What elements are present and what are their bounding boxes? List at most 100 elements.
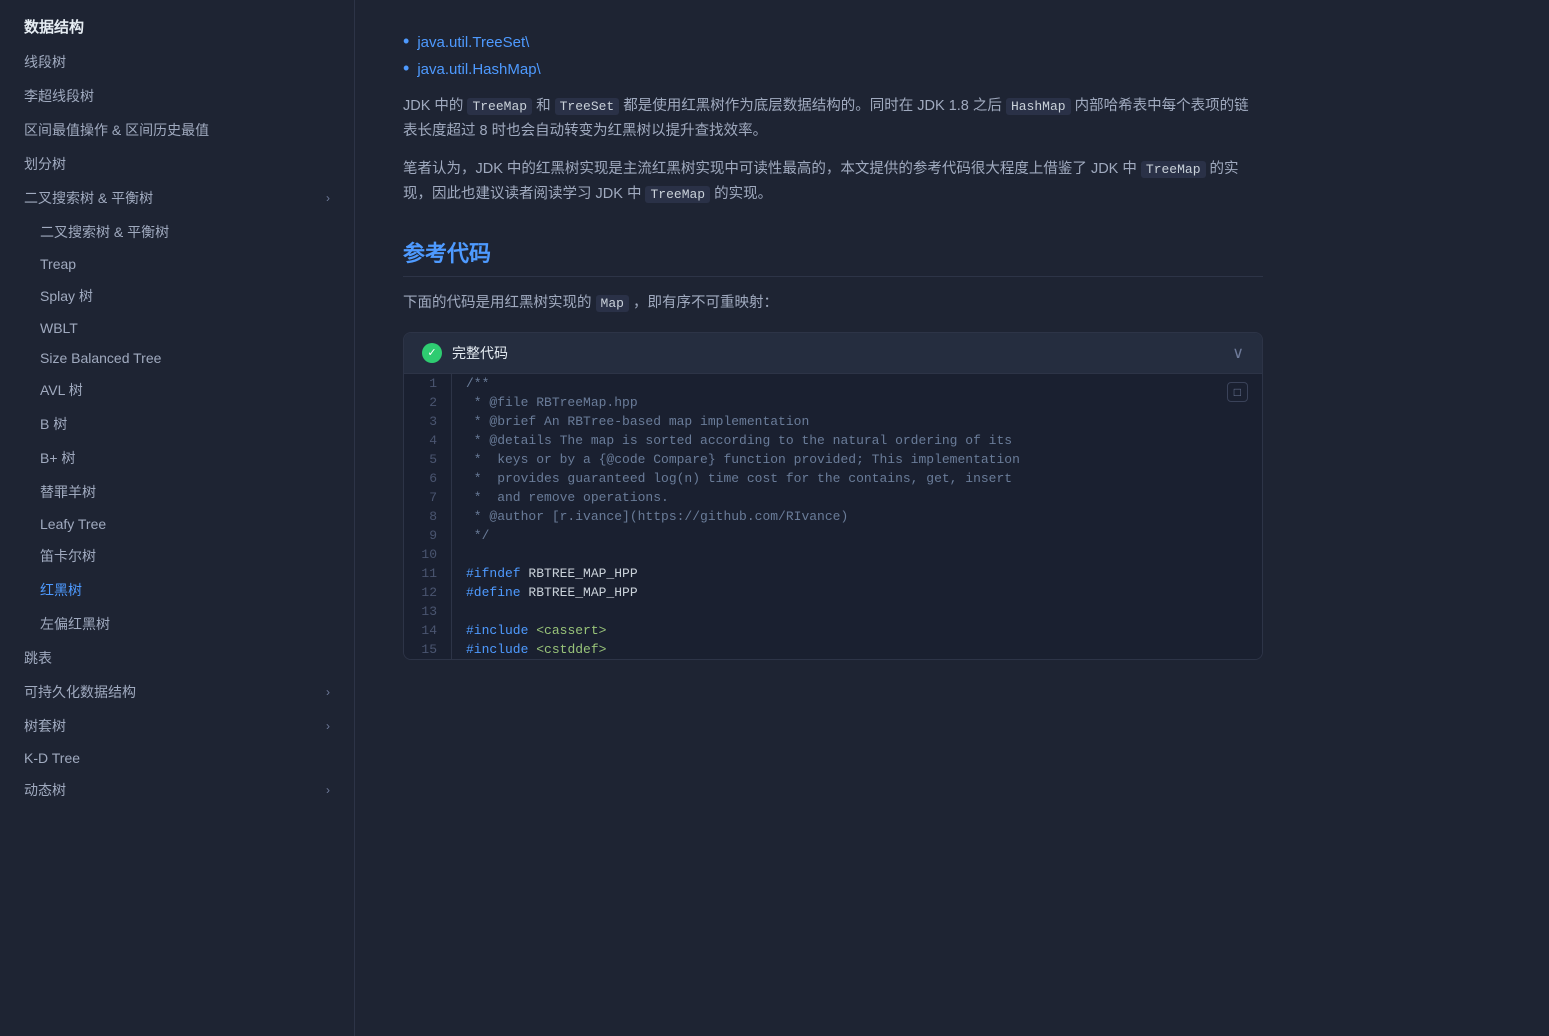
line-num: 3 xyxy=(404,412,452,431)
copy-button[interactable]: □ xyxy=(1227,382,1248,402)
code-block-container: ✓ 完整代码 ∨ □ 1 /** xyxy=(403,332,1263,660)
table-row: 3 * @brief An RBTree-based map implement… xyxy=(404,412,1262,431)
line-code: */ xyxy=(452,526,1262,545)
list-item-treeset: java.util.TreeSet\ xyxy=(403,28,1263,55)
line-code: * keys or by a {@code Compare} function … xyxy=(452,450,1262,469)
sidebar-item-cartesian-tree[interactable]: 笛卡尔树 xyxy=(0,539,354,573)
line-code: /** xyxy=(452,374,1262,393)
line-num: 13 xyxy=(404,602,452,621)
line-code xyxy=(452,545,1262,564)
sidebar-item-left-rb-tree[interactable]: 左偏红黑树 xyxy=(0,607,354,641)
line-num: 14 xyxy=(404,621,452,640)
line-code: #define RBTREE_MAP_HPP xyxy=(452,583,1262,602)
para-jdk-treemap: JDK 中的 TreeMap 和 TreeSet 都是使用红黑树作为底层数据结构… xyxy=(403,94,1263,145)
treeset-link[interactable]: java.util.TreeSet\ xyxy=(417,34,529,51)
sidebar-item-treap[interactable]: Treap xyxy=(0,249,354,279)
line-num: 7 xyxy=(404,488,452,507)
code-map: Map xyxy=(596,295,629,312)
sidebar-section-title: 数据结构 xyxy=(0,0,354,45)
line-num: 12 xyxy=(404,583,452,602)
code-treemap: TreeMap xyxy=(467,98,532,115)
bst-arrow-icon: › xyxy=(326,191,330,205)
code-block-header: ✓ 完整代码 ∨ xyxy=(404,333,1262,374)
table-row: 15 #include <cstddef> xyxy=(404,640,1262,659)
sidebar-item-kd-tree[interactable]: K-D Tree xyxy=(0,743,354,773)
para-code-desc: 下面的代码是用红黑树实现的 Map ，即有序不可重映射： xyxy=(403,291,1263,316)
line-num: 9 xyxy=(404,526,452,545)
code-table: 1 /** 2 * @file RBTreeMap.hpp 3 * @brief… xyxy=(404,374,1262,659)
table-row: 8 * @author [r.ivance](https://github.co… xyxy=(404,507,1262,526)
line-code xyxy=(452,602,1262,621)
sidebar-item-size-balanced-tree[interactable]: Size Balanced Tree xyxy=(0,343,354,373)
line-code: * @brief An RBTree-based map implementat… xyxy=(452,412,1262,431)
sidebar-item-segment-tree[interactable]: 线段树 xyxy=(0,45,354,79)
code-treemap2: TreeMap xyxy=(1141,161,1206,178)
sidebar-item-tree-set[interactable]: 树套树 › xyxy=(0,709,354,743)
table-row: 14 #include <cassert> xyxy=(404,621,1262,640)
list-item-hashmap: java.util.HashMap\ xyxy=(403,55,1263,82)
sidebar-item-persistent[interactable]: 可持久化数据结构 › xyxy=(0,675,354,709)
line-code: #include <cstddef> xyxy=(452,640,1262,659)
table-row: 5 * keys or by a {@code Compare} functio… xyxy=(404,450,1262,469)
sidebar-item-splay[interactable]: Splay 树 xyxy=(0,279,354,313)
sidebar-item-bplus-tree[interactable]: B+ 树 xyxy=(0,441,354,475)
code-block-title: 完整代码 xyxy=(452,343,508,363)
code-treemap3: TreeMap xyxy=(645,186,710,203)
line-num: 8 xyxy=(404,507,452,526)
table-row: 9 */ xyxy=(404,526,1262,545)
line-num: 10 xyxy=(404,545,452,564)
line-code: * @file RBTreeMap.hpp xyxy=(452,393,1262,412)
table-row: 2 * @file RBTreeMap.hpp xyxy=(404,393,1262,412)
sidebar-item-divide-tree[interactable]: 划分树 xyxy=(0,147,354,181)
sidebar-item-lichao-tree[interactable]: 李超线段树 xyxy=(0,79,354,113)
sidebar: 数据结构 线段树 李超线段树 区间最值操作 & 区间历史最值 划分树 二叉搜索树… xyxy=(0,0,355,1036)
line-num: 6 xyxy=(404,469,452,488)
table-row: 12 #define RBTREE_MAP_HPP xyxy=(404,583,1262,602)
sidebar-item-bst-balanced-sub[interactable]: 二叉搜索树 & 平衡树 xyxy=(0,215,354,249)
section-heading-code: 参考代码 xyxy=(403,236,1263,277)
content-area: java.util.TreeSet\ java.util.HashMap\ JD… xyxy=(403,0,1263,660)
treeset-arrow-icon: › xyxy=(326,719,330,733)
bullet-list: java.util.TreeSet\ java.util.HashMap\ xyxy=(403,28,1263,82)
para3-suffix: ，即有序不可重映射： xyxy=(633,295,778,311)
sidebar-item-leafy-tree[interactable]: Leafy Tree xyxy=(0,509,354,539)
code-area-wrapper: □ 1 /** 2 * @file RBTreeMap.hpp xyxy=(404,374,1262,659)
line-num: 5 xyxy=(404,450,452,469)
main-content: java.util.TreeSet\ java.util.HashMap\ JD… xyxy=(355,0,1549,1036)
line-code: * provides guaranteed log(n) time cost f… xyxy=(452,469,1262,488)
para-recommendation: 笔者认为，JDK 中的红黑树实现是主流红黑树实现中可读性最高的，本文提供的参考代… xyxy=(403,157,1263,208)
sidebar-item-b-tree[interactable]: B 树 xyxy=(0,407,354,441)
check-icon: ✓ xyxy=(422,343,442,363)
sidebar-item-bst-balanced[interactable]: 二叉搜索树 & 平衡树 › xyxy=(0,181,354,215)
sidebar-item-range-ops[interactable]: 区间最值操作 & 区间历史最值 xyxy=(0,113,354,147)
sidebar-item-scapegoat[interactable]: 替罪羊树 xyxy=(0,475,354,509)
code-treeset: TreeSet xyxy=(555,98,620,115)
dynamic-arrow-icon: › xyxy=(326,783,330,797)
line-num: 11 xyxy=(404,564,452,583)
table-row: 6 * provides guaranteed log(n) time cost… xyxy=(404,469,1262,488)
line-num: 15 xyxy=(404,640,452,659)
line-code: * @details The map is sorted according t… xyxy=(452,431,1262,450)
line-code: #ifndef RBTREE_MAP_HPP xyxy=(452,564,1262,583)
line-code: * and remove operations. xyxy=(452,488,1262,507)
sidebar-item-skip-list[interactable]: 跳表 xyxy=(0,641,354,675)
para3-prefix: 下面的代码是用红黑树实现的 xyxy=(403,295,592,311)
sidebar-item-rb-tree[interactable]: 红黑树 xyxy=(0,573,354,607)
code-hashmap: HashMap xyxy=(1006,98,1071,115)
code-block-header-left: ✓ 完整代码 xyxy=(422,343,508,363)
line-num: 1 xyxy=(404,374,452,393)
table-row: 7 * and remove operations. xyxy=(404,488,1262,507)
line-code: #include <cassert> xyxy=(452,621,1262,640)
table-row: 1 /** xyxy=(404,374,1262,393)
line-num: 4 xyxy=(404,431,452,450)
table-row: 13 xyxy=(404,602,1262,621)
table-row: 11 #ifndef RBTREE_MAP_HPP xyxy=(404,564,1262,583)
sidebar-item-avl[interactable]: AVL 树 xyxy=(0,373,354,407)
hashmap-link[interactable]: java.util.HashMap\ xyxy=(417,61,540,78)
line-num: 2 xyxy=(404,393,452,412)
persistent-arrow-icon: › xyxy=(326,685,330,699)
sidebar-item-wblt[interactable]: WBLT xyxy=(0,313,354,343)
chevron-down-icon[interactable]: ∨ xyxy=(1232,343,1244,363)
sidebar-item-dynamic-tree[interactable]: 动态树 › xyxy=(0,773,354,807)
table-row: 10 xyxy=(404,545,1262,564)
